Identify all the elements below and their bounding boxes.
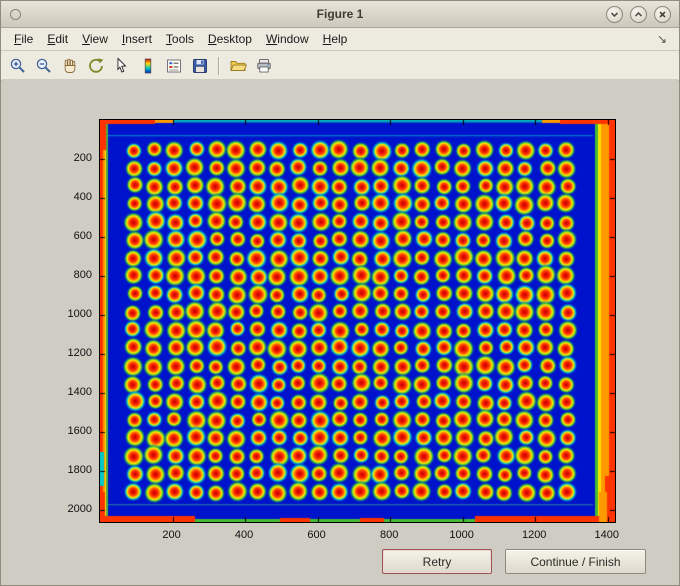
zoom-in-icon xyxy=(10,58,25,73)
maximize-button[interactable] xyxy=(630,5,647,23)
y-tick-label: 1800 xyxy=(67,464,92,477)
rotate-icon xyxy=(89,57,104,73)
menu-item-edit[interactable]: Edit xyxy=(40,30,75,49)
zoom-out-button[interactable] xyxy=(32,54,56,78)
x-tick-label: 1200 xyxy=(521,529,547,541)
menubar: File Edit View Insert Tools Desktop Window Help… xyxy=(1,28,679,51)
shade-button[interactable] xyxy=(606,5,623,23)
close-button[interactable] xyxy=(654,5,671,23)
open-button[interactable] xyxy=(226,54,250,78)
colorbar-button[interactable] xyxy=(136,54,160,78)
y-tick-label: 1200 xyxy=(67,347,92,360)
menu-item-help[interactable]: Help xyxy=(316,30,355,49)
menu-item-insert[interactable]: Insert xyxy=(115,30,159,49)
titlebar[interactable]: Figure 1 xyxy=(1,1,679,28)
legend-button[interactable] xyxy=(162,54,186,78)
legend-icon xyxy=(167,59,181,72)
x-tick-label: 200 xyxy=(162,529,181,541)
x-tick-label: 400 xyxy=(234,529,254,541)
x-tick-label: 800 xyxy=(379,529,399,541)
window-title: Figure 1 xyxy=(316,7,364,21)
menu-item-window[interactable]: Window xyxy=(259,30,316,49)
x-tick-label: 600 xyxy=(307,529,326,541)
figure-canvas-area: Retry Continue / Finish 200 400 600 800 1000… xyxy=(2,79,678,584)
menu-item-desktop[interactable]: Desktop xyxy=(201,30,259,49)
y-tick-label: 1600 xyxy=(67,425,92,438)
window-controls xyxy=(606,5,671,23)
x-tick-label: 1000 xyxy=(449,529,474,541)
zoom-in-button[interactable] xyxy=(6,54,30,78)
continue-finish-button[interactable]: Continue / Finish xyxy=(505,549,646,574)
y-tick-label: 1000 xyxy=(67,308,92,321)
chevron-up-icon xyxy=(634,11,643,17)
print-button[interactable] xyxy=(252,54,276,78)
x-tick-label: 1400 xyxy=(594,529,619,541)
y-tick-label: 1400 xyxy=(67,386,92,399)
window-menu-icon[interactable] xyxy=(10,8,21,20)
menu-item-view[interactable]: View xyxy=(75,30,115,49)
rotate-3d-button[interactable] xyxy=(84,54,108,78)
y-tick-label: 600 xyxy=(73,230,92,243)
zoom-out-icon xyxy=(36,58,51,73)
close-icon xyxy=(659,10,666,18)
y-tick-label: 200 xyxy=(73,152,92,165)
y-tick-label: 2000 xyxy=(67,503,92,516)
menu-item-file[interactable]: File xyxy=(7,30,40,49)
retry-button[interactable]: Retry xyxy=(382,549,492,574)
heatmap-image[interactable] xyxy=(99,119,616,523)
print-icon xyxy=(257,58,271,72)
toolbar xyxy=(1,51,679,81)
save-button[interactable] xyxy=(188,54,212,78)
y-tick-label: 400 xyxy=(73,191,92,204)
menu-item-tools[interactable]: Tools xyxy=(159,30,201,49)
chevron-down-icon xyxy=(610,11,619,17)
cursor-arrow-icon xyxy=(117,56,127,73)
figure-window: Figure 1 File Edit View Insert Tools Desktop W… xyxy=(0,0,680,586)
hand-icon xyxy=(64,58,76,73)
toolbar-separator xyxy=(218,56,220,75)
open-folder-icon xyxy=(230,60,247,71)
pan-button[interactable] xyxy=(58,54,82,78)
dock-figure-icon[interactable]: ↘ xyxy=(657,32,673,46)
save-icon xyxy=(193,58,207,73)
y-tick-label: 800 xyxy=(73,269,92,282)
colorbar-icon xyxy=(144,58,152,73)
data-cursor-button[interactable] xyxy=(110,54,134,78)
